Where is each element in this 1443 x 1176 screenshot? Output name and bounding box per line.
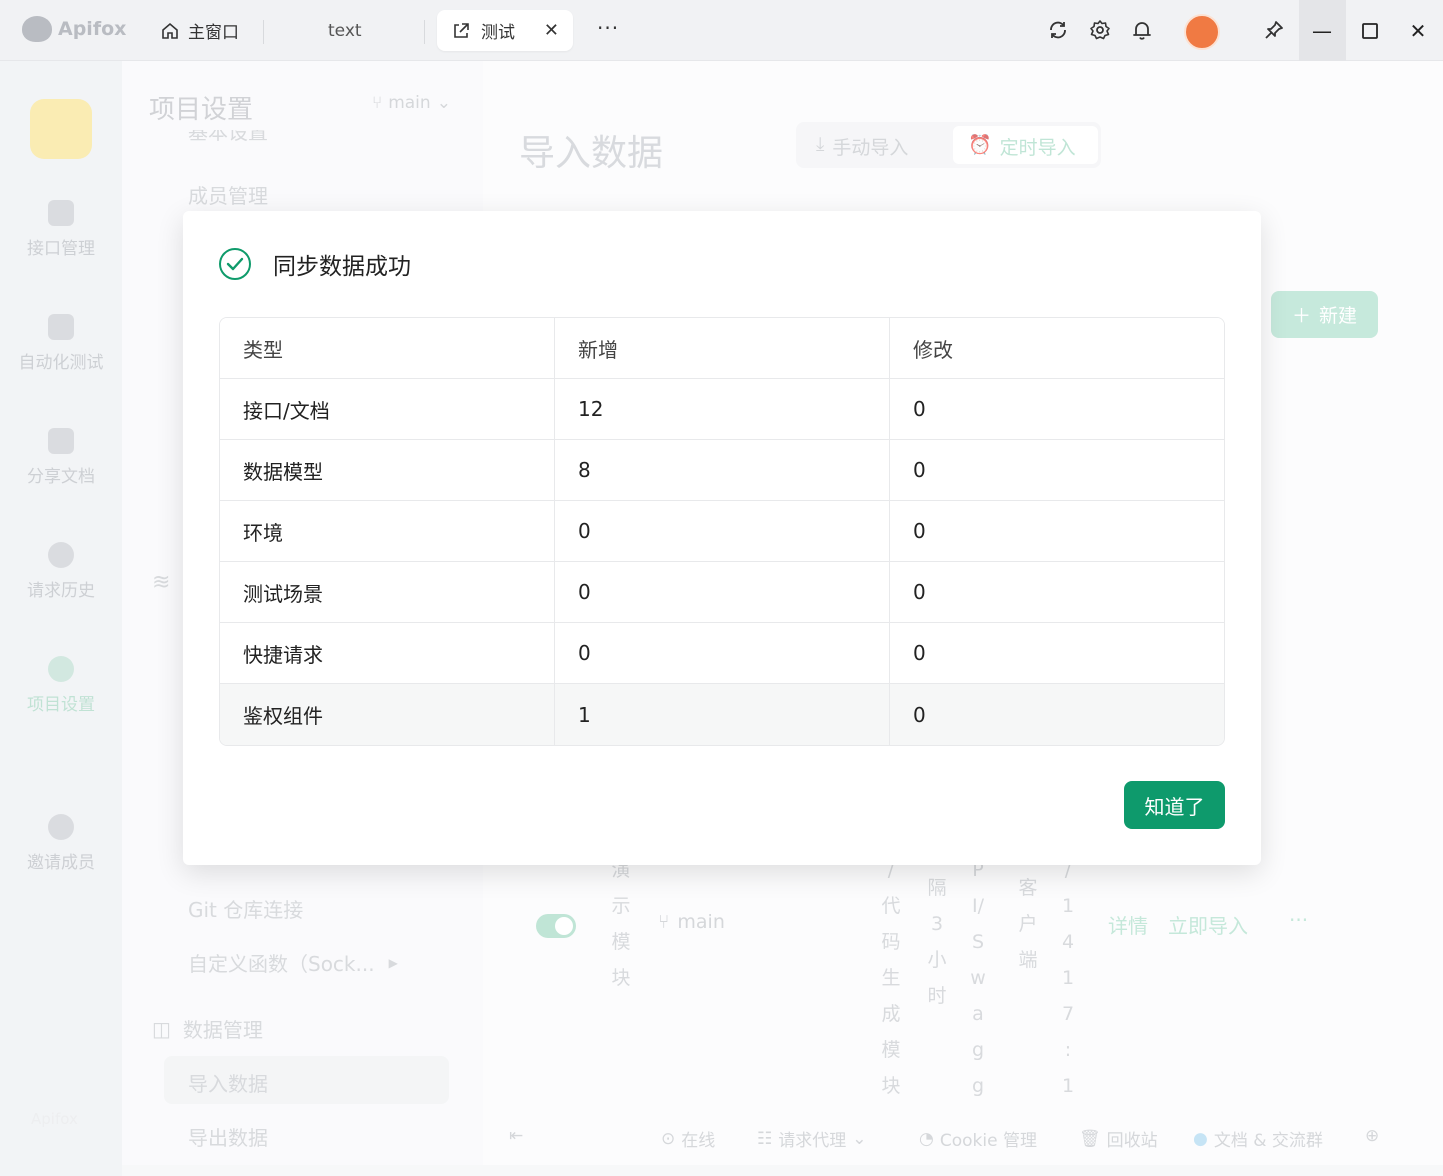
- cell-modified: 0: [890, 501, 1224, 562]
- external-window-icon: [454, 22, 469, 38]
- table-row: 测试场景 0 0: [220, 562, 1224, 623]
- cell-modified: 0: [890, 623, 1224, 684]
- sync-result-table: 类型 新增 修改 接口/文档 12 0 数据模型 8 0 环境 0 0 测试场景…: [219, 317, 1225, 746]
- sync-icon[interactable]: [1045, 17, 1071, 43]
- table-row: 鉴权组件 1 0: [220, 684, 1224, 745]
- cell-added: 1: [555, 684, 890, 745]
- table-row: 接口/文档 12 0: [220, 379, 1224, 440]
- dialog-header: 同步数据成功: [219, 247, 411, 281]
- table-header-row: 类型 新增 修改: [220, 318, 1224, 379]
- col-added-header: 新增: [555, 318, 890, 379]
- minimize-icon: —: [1312, 19, 1332, 43]
- apifox-logo-icon: [22, 16, 52, 42]
- cell-modified: 0: [890, 440, 1224, 501]
- minimize-button[interactable]: —: [1299, 0, 1346, 61]
- pin-icon[interactable]: [1261, 17, 1287, 43]
- success-check-icon: [219, 248, 251, 280]
- cell-added: 0: [555, 501, 890, 562]
- maximize-icon: [1362, 23, 1378, 39]
- app-brand-label: Apifox: [58, 18, 127, 40]
- tab-label: 主窗口: [188, 23, 239, 43]
- tab-divider: [263, 20, 264, 44]
- gear-icon[interactable]: [1087, 17, 1113, 43]
- home-icon: [162, 22, 178, 39]
- cell-type: 接口/文档: [220, 379, 555, 440]
- maximize-button[interactable]: [1357, 18, 1383, 44]
- cell-modified: 0: [890, 379, 1224, 440]
- table-row: 数据模型 8 0: [220, 440, 1224, 501]
- tab-main-window[interactable]: 主窗口: [160, 10, 239, 51]
- tab-label: 测试: [481, 23, 515, 43]
- cell-type: 快捷请求: [220, 623, 555, 684]
- cell-added: 12: [555, 379, 890, 440]
- cell-added: 0: [555, 623, 890, 684]
- tab-label: text: [328, 20, 362, 41]
- cell-added: 8: [555, 440, 890, 501]
- table-row: 环境 0 0: [220, 501, 1224, 562]
- close-tab-icon[interactable]: ✕: [544, 20, 559, 41]
- col-modified-header: 修改: [890, 318, 1224, 379]
- cell-type: 数据模型: [220, 440, 555, 501]
- acknowledge-button[interactable]: 知道了: [1124, 781, 1225, 829]
- tab-divider: [424, 20, 425, 44]
- tab-test[interactable]: 测试 ✕: [437, 10, 573, 51]
- title-bar: Apifox 主窗口 text 测试 ✕ ··· — ✕: [0, 0, 1443, 61]
- more-tabs-button[interactable]: ···: [597, 16, 619, 40]
- bell-icon[interactable]: [1129, 17, 1155, 43]
- col-type-header: 类型: [220, 318, 555, 379]
- cell-type: 鉴权组件: [220, 684, 555, 745]
- app-brand: Apifox: [22, 16, 126, 42]
- cell-modified: 0: [890, 562, 1224, 623]
- sync-result-dialog: 同步数据成功 类型 新增 修改 接口/文档 12 0 数据模型 8 0 环境 0…: [183, 211, 1261, 865]
- cell-modified: 0: [890, 684, 1224, 745]
- table-row: 快捷请求 0 0: [220, 623, 1224, 684]
- close-window-button[interactable]: ✕: [1405, 18, 1431, 44]
- tab-text[interactable]: text: [328, 10, 362, 51]
- cell-type: 测试场景: [220, 562, 555, 623]
- user-avatar[interactable]: [1184, 14, 1220, 50]
- cell-added: 0: [555, 562, 890, 623]
- dialog-title: 同步数据成功: [273, 254, 411, 280]
- cell-type: 环境: [220, 501, 555, 562]
